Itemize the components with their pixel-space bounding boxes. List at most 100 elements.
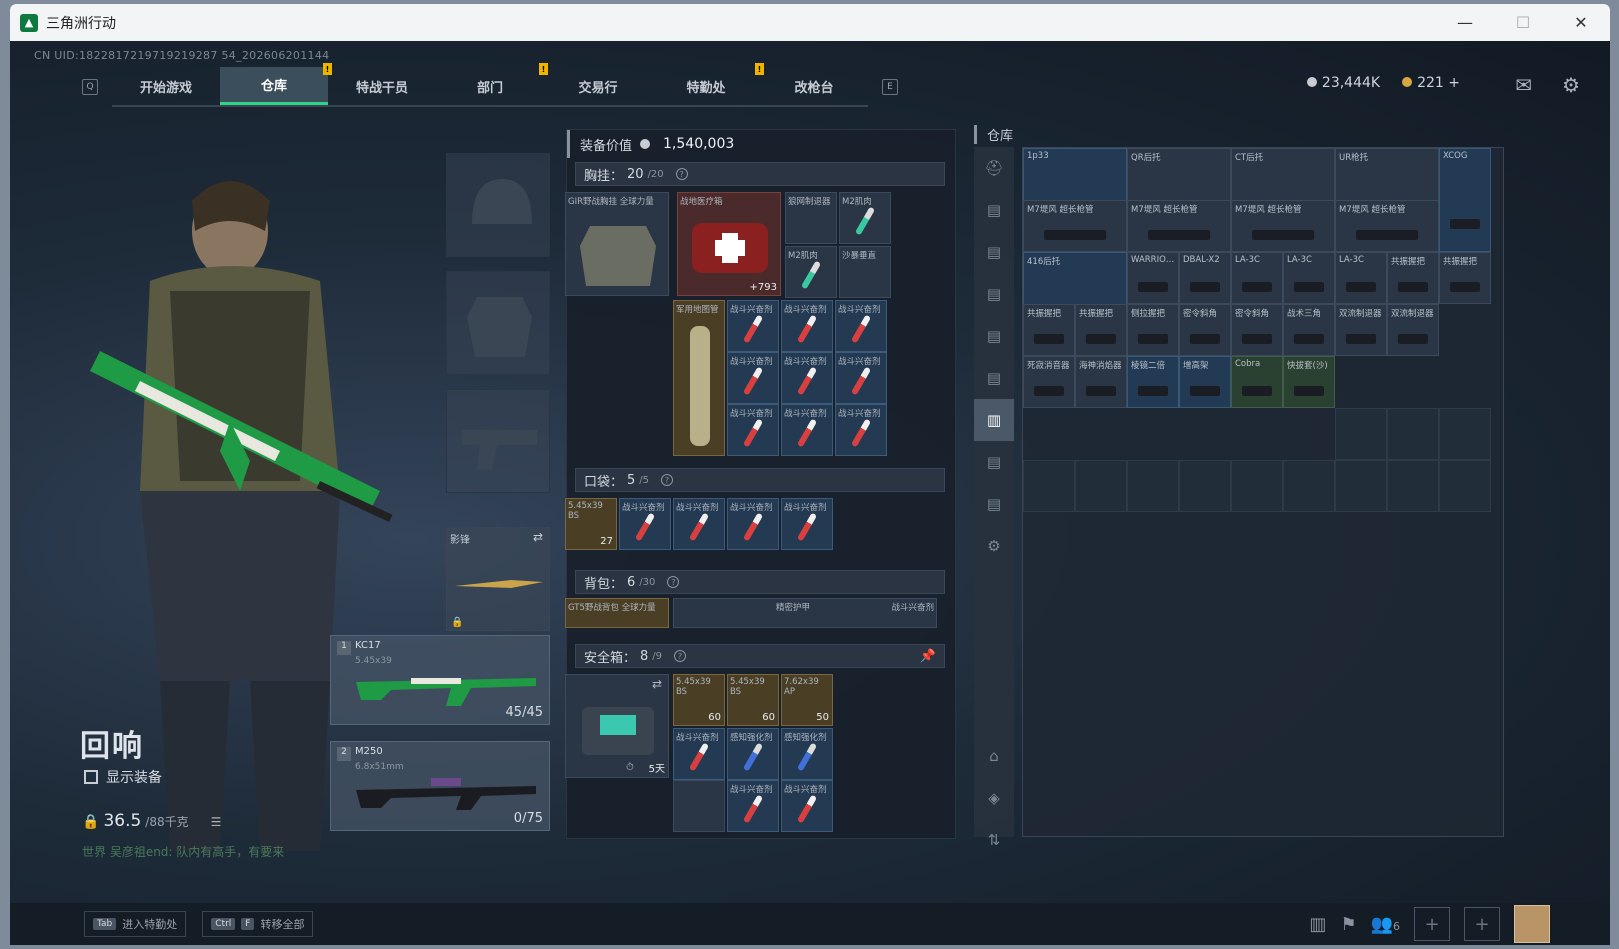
add-teammate-button[interactable]: + — [1414, 907, 1450, 941]
stim-item[interactable]: 战斗兴奋剂 — [727, 352, 779, 404]
empty-slot[interactable] — [1231, 460, 1283, 512]
armor-slot[interactable] — [446, 271, 550, 375]
primary-weapon-card[interactable]: 1 KC17 5.45x39 45/45 — [330, 635, 550, 725]
warehouse-item[interactable]: DBAL-X2 — [1179, 252, 1231, 304]
stim-item[interactable]: 战斗兴奋剂 — [781, 352, 833, 404]
category-weapon-icon[interactable]: ▤ — [974, 189, 1014, 231]
add-currency-button[interactable]: + — [1448, 75, 1460, 91]
safebox-container[interactable]: ⇄ ⏱ 5天 — [565, 674, 669, 778]
tab-gunsmith[interactable]: 改枪台 — [760, 67, 868, 105]
category-settings-icon[interactable]: ⚙ — [974, 525, 1014, 567]
empty-slot[interactable] — [1127, 460, 1179, 512]
warehouse-item[interactable]: Cobra — [1231, 356, 1283, 408]
warehouse-item[interactable]: M7堤风 超长枪管 — [1335, 200, 1439, 252]
empty-slot[interactable] — [1387, 408, 1439, 460]
injector-item[interactable]: M2肌肉 — [785, 246, 837, 298]
empty-slot[interactable] — [1283, 460, 1335, 512]
tab-special-ops[interactable]: 特勤处! — [652, 63, 764, 105]
backpack-item[interactable]: GT5野战背包 全球力量 — [565, 598, 669, 628]
help-icon[interactable]: ? — [674, 650, 687, 662]
warehouse-item[interactable]: 死寂消音器 — [1023, 356, 1075, 408]
nav-prev-key[interactable]: Q — [82, 79, 98, 95]
warehouse-item[interactable]: LA-3C — [1231, 252, 1283, 304]
warehouse-item[interactable]: 共振握把 — [1075, 304, 1127, 356]
medkit-item[interactable]: 战地医疗箱 +793 — [677, 192, 781, 296]
checkbox[interactable] — [84, 770, 98, 784]
stim-item[interactable]: 战斗兴奋剂 — [781, 300, 833, 352]
stim-item[interactable]: 战斗兴奋剂 — [673, 498, 725, 550]
category-weapon-icon[interactable]: ▤ — [974, 441, 1014, 483]
warehouse-item[interactable]: 战术三角 — [1283, 304, 1335, 356]
muzzle-item[interactable]: 狼网制退器 — [785, 192, 837, 244]
transfer-all-hint[interactable]: Ctrl F 转移全部 — [202, 911, 314, 937]
category-layers-icon[interactable]: ◈ — [974, 777, 1014, 819]
minimize-button[interactable]: — — [1436, 4, 1494, 41]
warehouse-item[interactable]: M7堤风 超长枪管 — [1127, 200, 1231, 252]
stim-item[interactable]: 战斗兴奋剂 — [727, 498, 779, 550]
perception-item[interactable]: 感知强化剂 — [781, 728, 833, 780]
chest-rig-item[interactable]: GIR野战胸挂 全球力量 — [565, 192, 669, 296]
tab-trading[interactable]: 交易行 — [544, 67, 652, 105]
stim-item[interactable]: 战斗兴奋剂 — [781, 780, 833, 832]
warehouse-item[interactable]: 棱镜二倍 — [1127, 356, 1179, 408]
chest-rig-section[interactable]: 胸挂： 20/20? — [575, 162, 945, 186]
injector-item[interactable]: M2肌肉 — [839, 192, 891, 244]
empty-slot[interactable] — [1023, 460, 1075, 512]
melee-slot[interactable]: 影锋 ⇄ 🔒 — [446, 527, 550, 631]
swap-icon[interactable]: ⇄ — [533, 530, 543, 544]
ammo-item[interactable]: 5.45x39 BS 27 — [565, 498, 617, 550]
warehouse-item[interactable]: XCOG — [1439, 148, 1491, 252]
warehouse-item[interactable]: M7堤风 超长枪管 — [1231, 200, 1335, 252]
empty-slot[interactable] — [673, 780, 725, 832]
mail-icon[interactable]: ✉ — [1515, 73, 1532, 97]
stim-item[interactable]: 战斗兴奋剂 — [673, 728, 725, 780]
warehouse-item[interactable]: 共振握把 — [1023, 304, 1075, 356]
stim-item[interactable]: 战斗兴奋剂 — [727, 780, 779, 832]
safebox-section[interactable]: 安全箱： 8/9? 📌 — [575, 644, 945, 668]
swap-icon[interactable]: ⇄ — [652, 677, 662, 691]
stim-item[interactable]: 战斗兴奋剂 — [619, 498, 671, 550]
backpack-section[interactable]: 背包： 6/30? — [575, 570, 945, 594]
add-teammate-button[interactable]: + — [1464, 907, 1500, 941]
stim-item[interactable]: 战斗兴奋剂 — [781, 498, 833, 550]
warehouse-item[interactable]: 侧拉握把 — [1127, 304, 1179, 356]
warehouse-item[interactable]: 双流制退器 — [1335, 304, 1387, 356]
warehouse-item[interactable]: 共振握把 — [1387, 252, 1439, 304]
category-weapon-icon[interactable]: ▤ — [974, 273, 1014, 315]
stats-icon[interactable]: ▥ — [1309, 914, 1326, 935]
warehouse-item[interactable]: LA-3C — [1283, 252, 1335, 304]
flag-icon[interactable]: ⚑ — [1340, 914, 1356, 935]
close-button[interactable]: ✕ — [1552, 4, 1610, 41]
stim-item[interactable]: 战斗兴奋剂 — [727, 404, 779, 456]
warehouse-item[interactable]: 快拔套(沙) — [1283, 356, 1335, 408]
grip-item[interactable]: 沙暴垂直 — [839, 246, 891, 298]
warehouse-item[interactable]: 密令斜角 — [1231, 304, 1283, 356]
category-sort-icon[interactable]: ⇅ — [974, 819, 1014, 861]
warehouse-item[interactable]: M7堤风 超长枪管 — [1023, 200, 1127, 252]
empty-slot[interactable] — [1179, 460, 1231, 512]
warehouse-item[interactable]: 海神消焰器 — [1075, 356, 1127, 408]
ammo-item[interactable]: 5.45x39 BS 60 — [673, 674, 725, 726]
ammo-item[interactable]: 7.62x39 AP 50 — [781, 674, 833, 726]
secondary-weapon-card[interactable]: 2 M250 6.8x51mm 0/75 — [330, 741, 550, 831]
team-icon[interactable]: 👥6 — [1371, 914, 1400, 935]
helmet-slot[interactable] — [446, 153, 550, 257]
tab-department[interactable]: 部门! — [436, 63, 548, 105]
category-weapon-icon[interactable]: ▤ — [974, 483, 1014, 525]
category-attachments-icon[interactable]: ▥ — [974, 399, 1014, 441]
stim-item[interactable]: 战斗兴奋剂 — [835, 404, 887, 456]
nav-next-key[interactable]: E — [882, 79, 898, 95]
pin-icon[interactable]: 📌 — [920, 649, 936, 664]
list-icon[interactable]: ☰ — [211, 815, 222, 829]
category-id-icon[interactable]: ⌂ — [974, 735, 1014, 777]
tab-warehouse[interactable]: 仓库! — [220, 63, 332, 105]
empty-slot[interactable] — [1387, 460, 1439, 512]
stim-item[interactable]: 战斗兴奋剂 — [727, 300, 779, 352]
tab-operators[interactable]: 特战干员 — [328, 67, 436, 105]
empty-slot[interactable] — [1335, 408, 1387, 460]
help-icon[interactable]: ? — [667, 576, 680, 588]
category-weapon-icon[interactable]: ▤ — [974, 315, 1014, 357]
sidearm-slot[interactable] — [446, 389, 550, 493]
gear-icon[interactable]: ⚙ — [1562, 73, 1580, 97]
stim-item[interactable]: 战斗兴奋剂 — [835, 352, 887, 404]
